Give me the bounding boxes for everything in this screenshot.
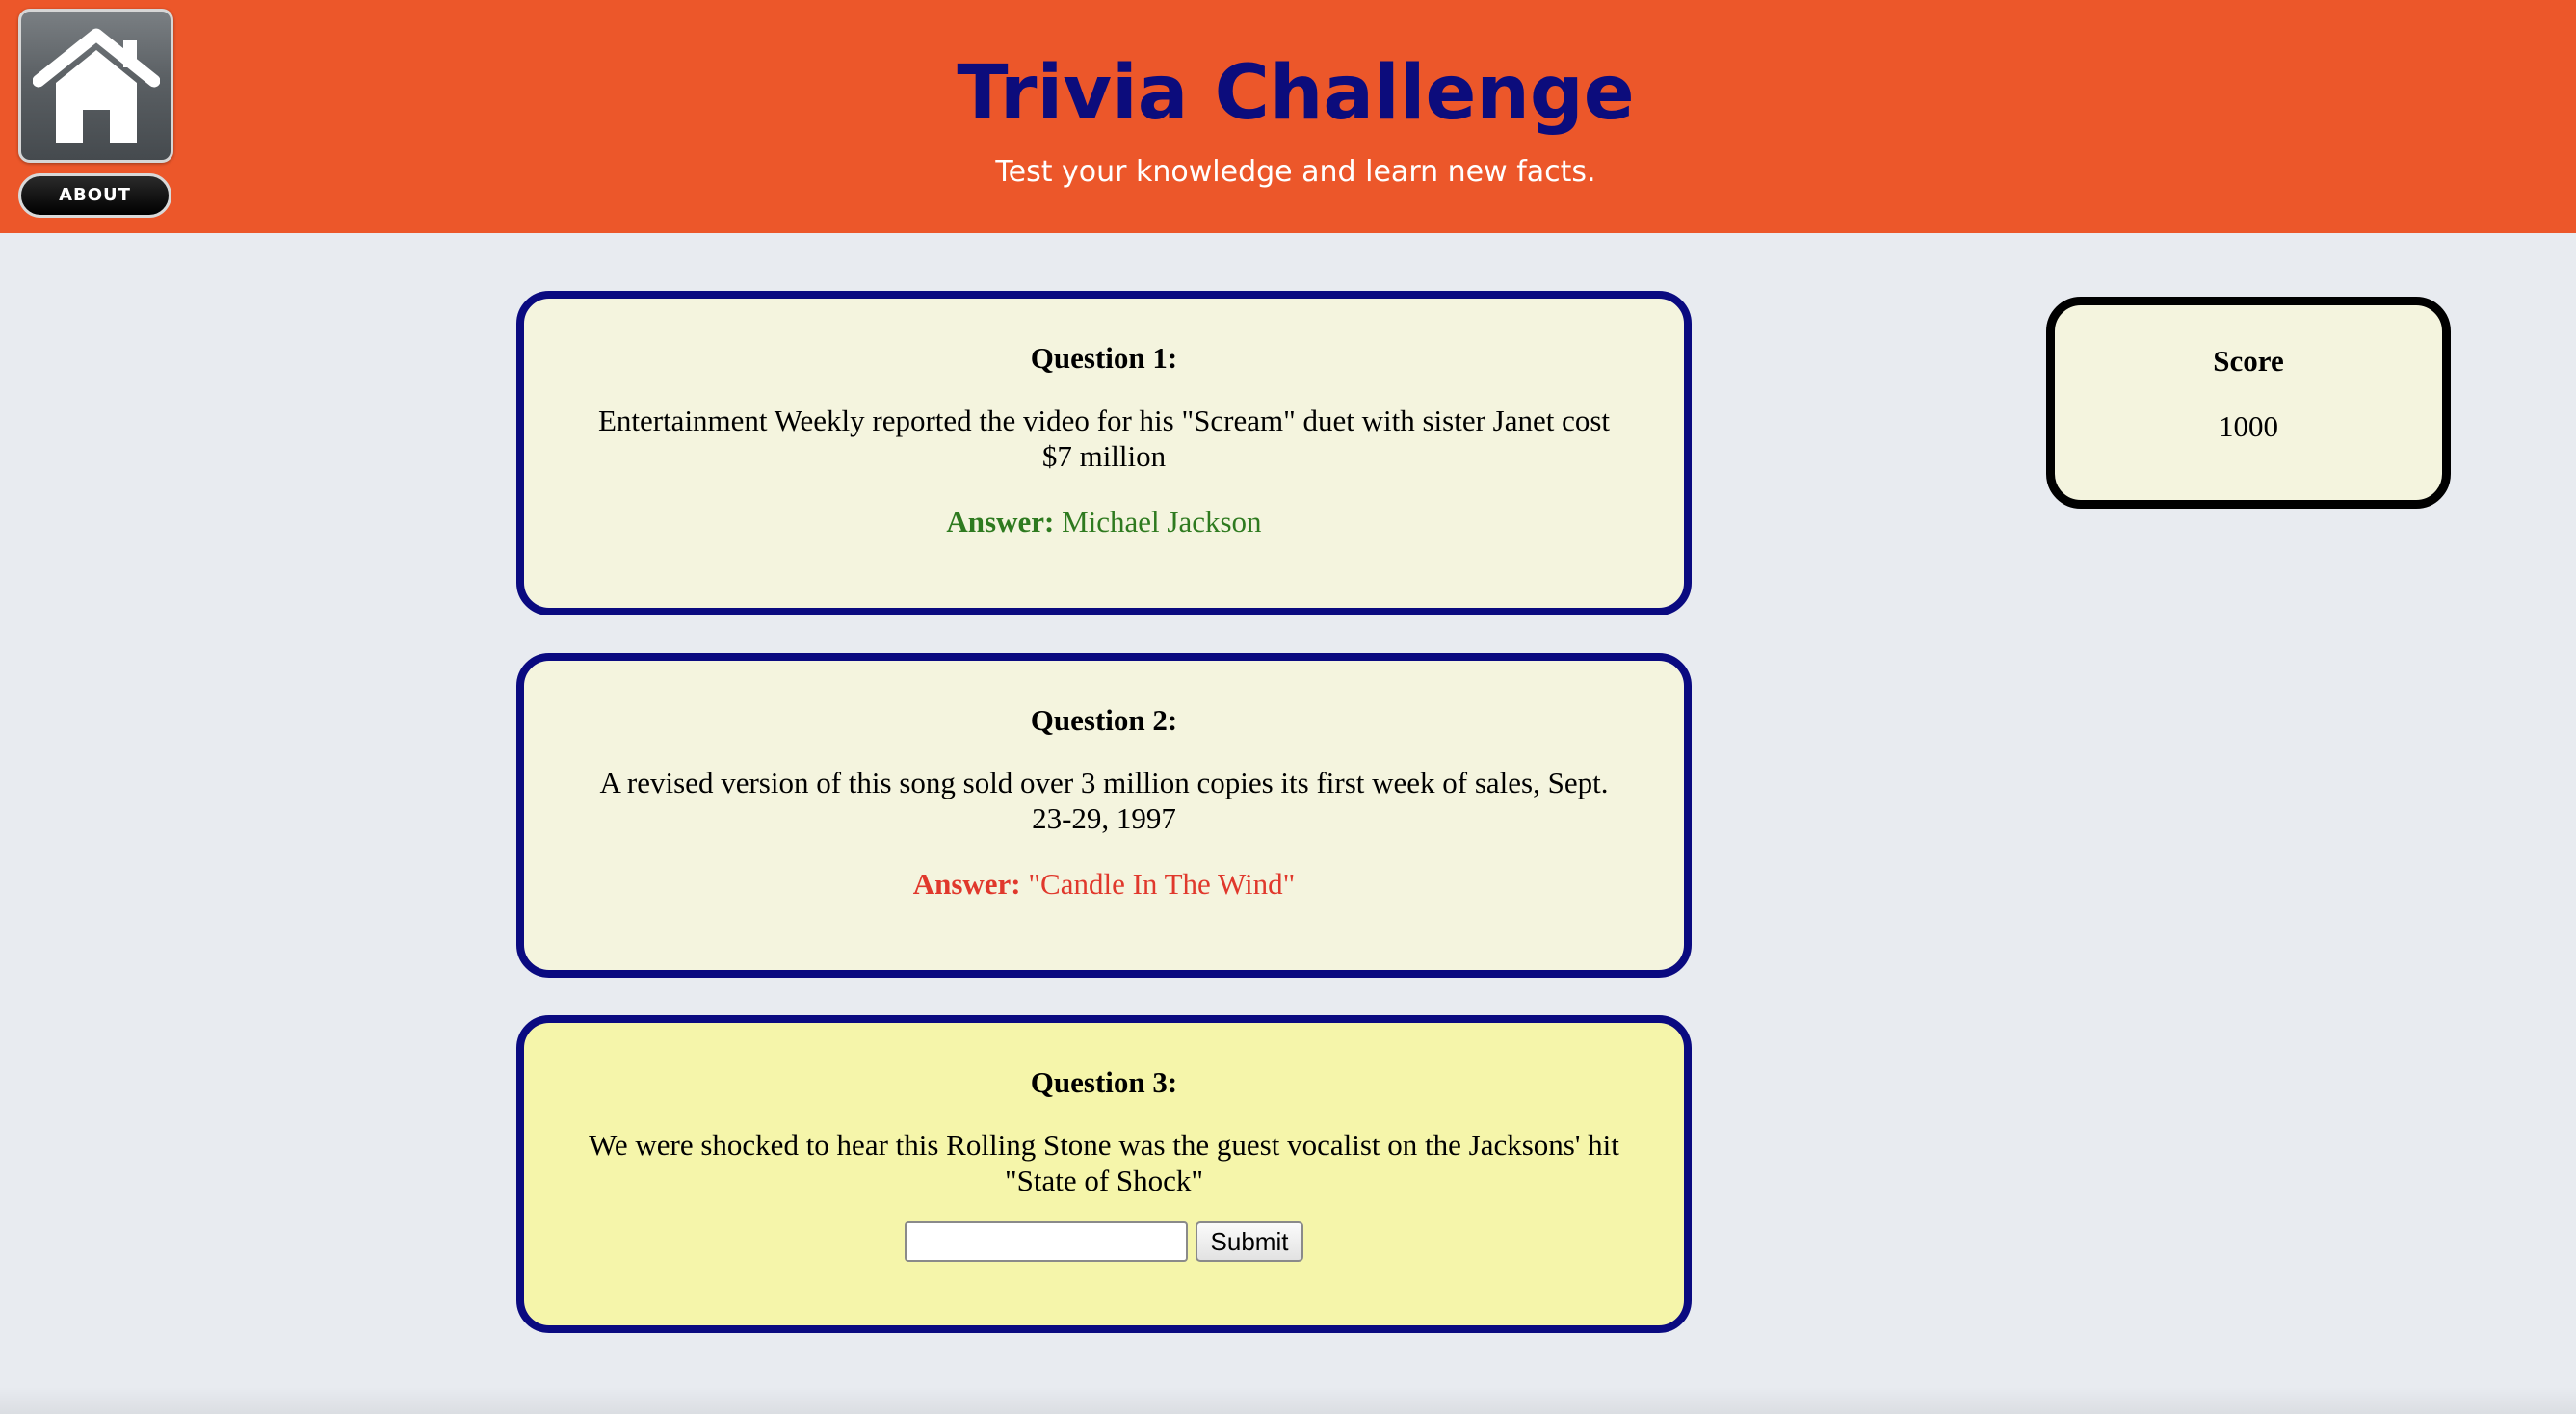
answer-line: Answer: "Candle In The Wind" — [524, 863, 1684, 905]
answer-input[interactable] — [904, 1221, 1188, 1262]
question-card-1: Question 1: Entertainment Weekly reporte… — [516, 291, 1692, 615]
score-label: Score — [2213, 344, 2284, 378]
page-title: Trivia Challenge — [957, 50, 1635, 137]
answer-text: "Candle In The Wind" — [1028, 867, 1296, 901]
question-card-3: Question 3: We were shocked to hear this… — [516, 1015, 1692, 1333]
question-text: We were shocked to hear this Rolling Sto… — [589, 1128, 1619, 1197]
header-bar: ABOUT Trivia Challenge Test your knowled… — [0, 0, 2576, 233]
score-value: 1000 — [2219, 409, 2278, 443]
answer-form: Submit — [524, 1221, 1684, 1262]
page-subtitle: Test your knowledge and learn new facts. — [995, 155, 1596, 189]
question-text: A revised version of this song sold over… — [599, 766, 1609, 835]
question-label: Question 3: — [1030, 1065, 1178, 1099]
question-label: Question 2: — [1030, 703, 1178, 737]
bottom-shadow — [0, 1387, 2576, 1414]
answer-label: Answer: — [946, 505, 1055, 538]
answer-label: Answer: — [912, 867, 1021, 901]
answer-line: Answer: Michael Jackson — [524, 501, 1684, 543]
question-text: Entertainment Weekly reported the video … — [597, 404, 1611, 473]
submit-button[interactable]: Submit — [1195, 1221, 1304, 1262]
question-card-2: Question 2: A revised version of this so… — [516, 653, 1692, 978]
question-label: Question 1: — [1030, 341, 1178, 375]
answer-text: Michael Jackson — [1062, 505, 1262, 538]
score-panel: Score 1000 — [2046, 297, 2451, 509]
